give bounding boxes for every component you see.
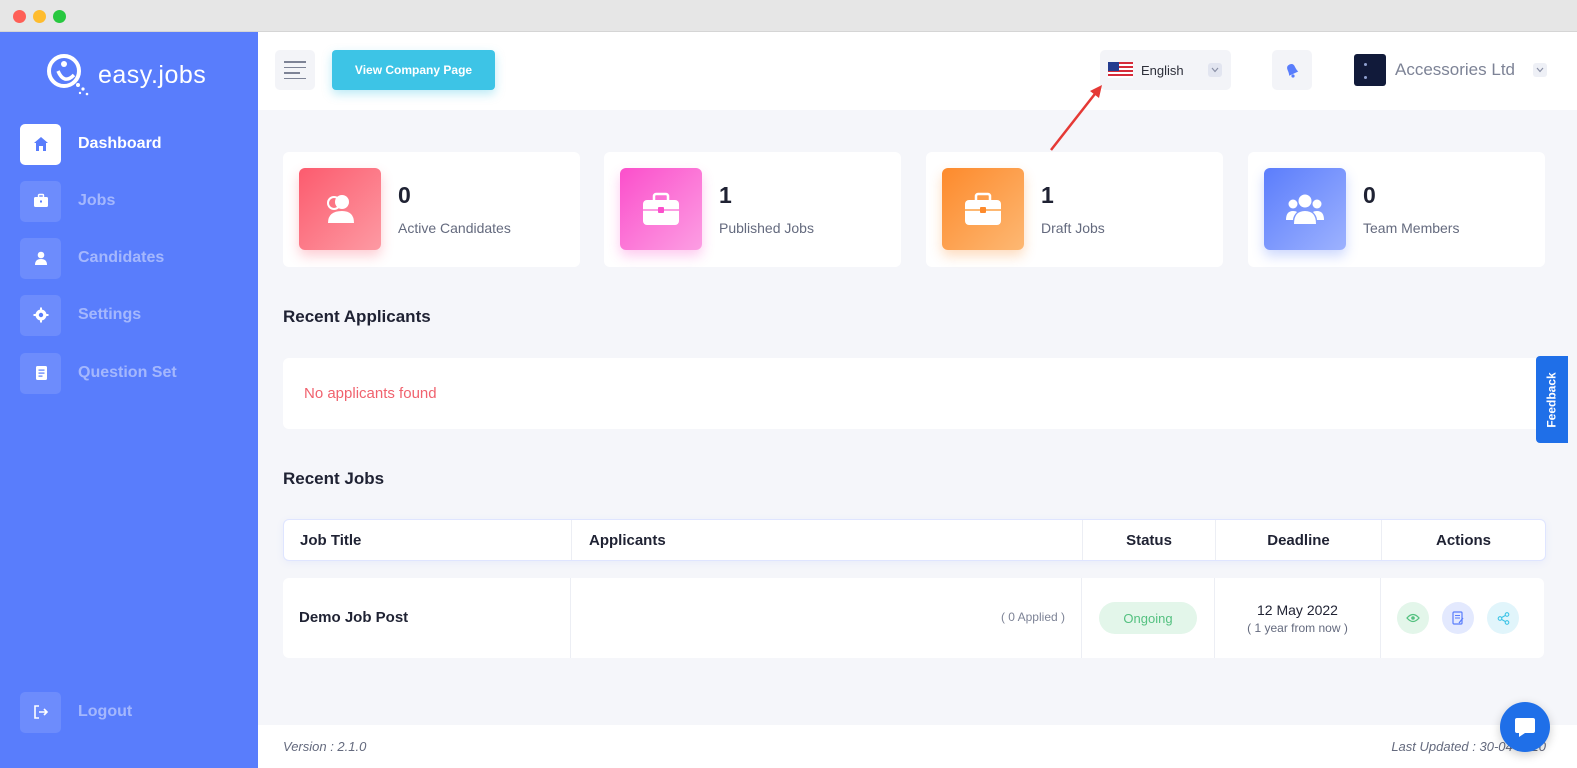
- chevron-down-icon: [1208, 63, 1222, 77]
- close-window-button[interactable]: [13, 10, 26, 23]
- stat-value: 1: [719, 182, 732, 208]
- stat-label: Team Members: [1363, 220, 1460, 236]
- user-icon: [20, 237, 61, 279]
- sidebar-item-label: Candidates: [78, 249, 165, 266]
- logout-button[interactable]: Logout: [20, 691, 240, 733]
- sidebar-item-label: Settings: [78, 306, 142, 323]
- stat-value: 0: [1363, 182, 1376, 208]
- sidebar-item-jobs[interactable]: Jobs: [20, 180, 240, 222]
- minimize-window-button[interactable]: [33, 10, 46, 23]
- logo-text: easy.jobs: [98, 60, 207, 89]
- jobs-table-header: Job Title Applicants Status Deadline Act…: [283, 519, 1546, 561]
- maximize-window-button[interactable]: [53, 10, 66, 23]
- stat-card-team-members[interactable]: 0 Team Members: [1248, 152, 1545, 267]
- deadline-relative: ( 1 year from now ): [1247, 621, 1348, 635]
- sidebar: easy.jobs Dashboard Jobs Candidates Sett…: [0, 32, 258, 768]
- edit-job-button[interactable]: [1442, 602, 1474, 634]
- recent-applicants-title: Recent Applicants: [283, 307, 431, 326]
- stat-card-published-jobs[interactable]: 1 Published Jobs: [604, 152, 901, 267]
- recent-jobs-title: Recent Jobs: [283, 469, 385, 488]
- app-logo[interactable]: easy.jobs: [44, 52, 206, 98]
- home-icon: [20, 123, 61, 165]
- column-header[interactable]: Actions: [1382, 520, 1545, 560]
- stat-value: 1: [1041, 182, 1054, 208]
- column-header[interactable]: Applicants: [572, 520, 1083, 560]
- stat-card-active-candidates[interactable]: 0 Active Candidates: [283, 152, 580, 267]
- company-name: Accessories Ltd: [1395, 60, 1515, 79]
- footer: Version : 2.1.0 Last Updated : 30-04-202…: [258, 725, 1577, 768]
- stat-label: Published Jobs: [719, 220, 814, 236]
- document-icon: [20, 352, 61, 394]
- briefcase-icon: [942, 168, 1024, 250]
- view-job-button[interactable]: [1397, 602, 1429, 634]
- column-header[interactable]: Job Title: [284, 520, 572, 560]
- stat-label: Active Candidates: [398, 220, 511, 236]
- job-title[interactable]: Demo Job Post: [299, 609, 408, 626]
- eye-icon: [1406, 613, 1420, 623]
- logout-icon: [20, 691, 61, 733]
- column-header[interactable]: Deadline: [1216, 520, 1382, 560]
- share-job-button[interactable]: [1487, 602, 1519, 634]
- sidebar-item-label: Question Set: [78, 364, 177, 381]
- stat-value: 0: [398, 182, 411, 208]
- bell-icon: [1287, 64, 1299, 78]
- us-flag-icon: [1108, 62, 1133, 78]
- company-avatar: [1354, 54, 1386, 86]
- feedback-label: Feedback: [1545, 371, 1560, 428]
- version-text: Version : 2.1.0: [283, 739, 367, 754]
- edit-icon: [1452, 611, 1464, 625]
- deadline-date: 12 May 2022: [1257, 602, 1338, 618]
- gear-icon: [20, 294, 61, 336]
- briefcase-icon: [20, 180, 61, 222]
- company-menu[interactable]: Accessories Ltd: [1354, 54, 1547, 86]
- window-titlebar: [0, 0, 1577, 32]
- sidebar-item-label: Dashboard: [78, 135, 162, 152]
- logo-icon: [47, 54, 89, 96]
- top-bar: View Company Page English Accessories Lt…: [258, 32, 1577, 110]
- menu-toggle-button[interactable]: [275, 50, 315, 90]
- briefcase-icon: [620, 168, 702, 250]
- applicants-count: ( 0 Applied ): [1000, 610, 1065, 624]
- language-label: English: [1141, 62, 1184, 78]
- table-row[interactable]: Demo Job Post ( 0 Applied ) Ongoing 12 M…: [283, 578, 1544, 658]
- sidebar-item-question-set[interactable]: Question Set: [20, 352, 240, 394]
- stat-label: Draft Jobs: [1041, 220, 1105, 236]
- chat-button[interactable]: [1500, 702, 1550, 752]
- chevron-down-icon: [1533, 63, 1547, 77]
- column-header[interactable]: Status: [1083, 520, 1216, 560]
- stat-card-draft-jobs[interactable]: 1 Draft Jobs: [926, 152, 1223, 267]
- candidates-icon: [299, 168, 381, 250]
- menu-icon: [284, 61, 306, 63]
- empty-state-text: No applicants found: [304, 385, 437, 402]
- share-icon: [1497, 611, 1509, 625]
- sidebar-item-label: Jobs: [78, 192, 116, 209]
- feedback-tab[interactable]: Feedback: [1536, 356, 1568, 443]
- language-select[interactable]: English: [1100, 50, 1231, 90]
- main-content: View Company Page English Accessories Lt…: [258, 32, 1577, 768]
- status-badge: Ongoing: [1099, 602, 1197, 634]
- logout-label: Logout: [78, 703, 133, 720]
- chat-icon: [1515, 718, 1535, 737]
- view-company-page-button[interactable]: View Company Page: [332, 50, 495, 90]
- sidebar-item-candidates[interactable]: Candidates: [20, 237, 240, 279]
- notification-button[interactable]: [1272, 50, 1312, 90]
- recent-applicants-panel: No applicants found: [283, 358, 1544, 429]
- team-icon: [1264, 168, 1346, 250]
- sidebar-item-settings[interactable]: Settings: [20, 294, 240, 336]
- sidebar-item-dashboard[interactable]: Dashboard: [20, 123, 240, 165]
